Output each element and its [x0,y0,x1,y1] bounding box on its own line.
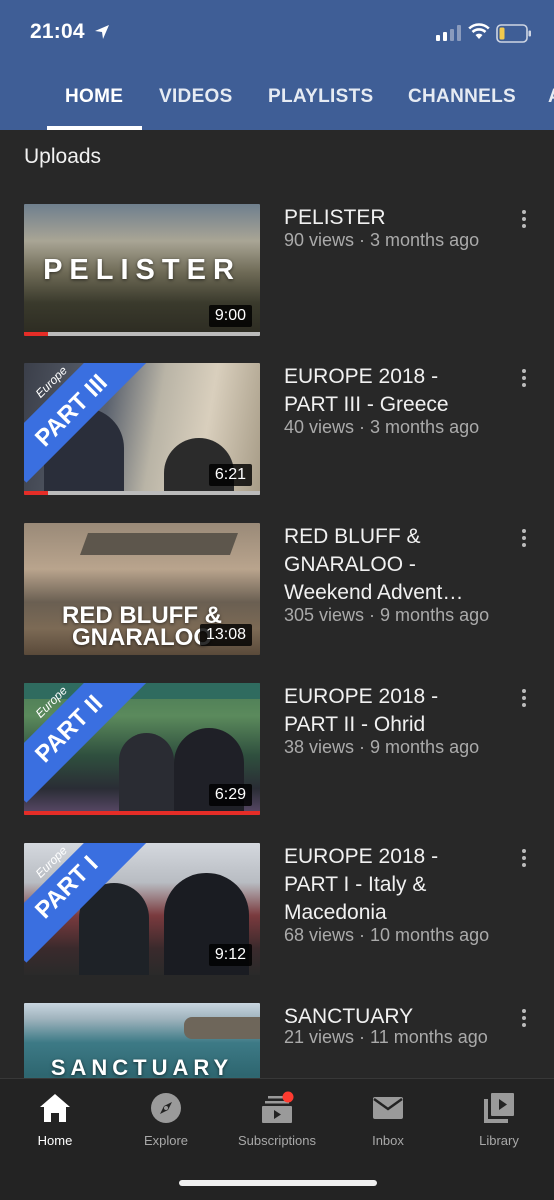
nav-home[interactable]: Home [0,1091,110,1148]
active-tab-indicator [47,126,142,130]
video-item[interactable]: PELISTER 9:00 PELISTER 90 views · 3 mont… [0,204,554,344]
watch-progress-remaining [48,332,260,336]
nav-inbox[interactable]: Inbox [333,1091,443,1148]
cellular-signal-icon [436,25,461,41]
location-arrow-icon [95,25,109,39]
video-thumbnail[interactable]: RED BLUFF & GNARALOO 13:08 [24,523,260,655]
video-title[interactable]: EUROPE 2018 - PART II - Ohrid [284,683,504,739]
video-duration: 6:21 [208,464,252,486]
nav-library[interactable]: Library [444,1091,554,1148]
nav-label: Library [479,1133,519,1148]
video-meta: 38 views · 9 months ago [284,737,480,757]
channel-tabs: HOME VIDEOS PLAYLISTS CHANNELS A [0,72,554,130]
battery-icon [496,24,531,43]
tab-channels[interactable]: CHANNELS [408,86,516,108]
tab-about[interactable]: A [548,86,554,108]
subscriptions-icon [262,1091,294,1123]
watch-progress-remaining [48,491,260,495]
video-item[interactable]: SANCTUARY SANCTUARY 21 views · 11 months… [0,1003,554,1079]
tab-playlists[interactable]: PLAYLISTS [268,86,373,108]
more-options-icon[interactable] [516,369,532,389]
video-title[interactable]: EUROPE 2018 - PART III - Greece [284,363,504,419]
status-bar: 21:04 [0,0,554,62]
video-item[interactable]: RED BLUFF & GNARALOO 13:08 RED BLUFF & G… [0,523,554,663]
nav-label: Inbox [372,1133,404,1148]
nav-subscriptions[interactable]: Subscriptions [222,1091,332,1148]
home-indicator[interactable] [179,1180,377,1186]
video-meta: 305 views · 9 months ago [284,605,490,625]
video-meta: 68 views · 10 months ago [284,925,490,945]
video-duration: 9:00 [208,305,252,327]
app-header: 21:04 HOME VIDEOS PLAYLISTS CHANNELS A [0,0,554,130]
video-item[interactable]: Europe PART III 6:21 EUROPE 2018 - PART … [0,363,554,503]
thumbnail-text: SANCTUARY [50,1055,234,1079]
more-options-icon[interactable] [516,210,532,230]
thumbnail-text: PELISTER [43,254,241,286]
video-thumbnail[interactable]: Europe PART I 9:12 [24,843,260,975]
more-options-icon[interactable] [516,1009,532,1029]
mail-icon [373,1097,403,1119]
watch-progress-bar [24,811,260,815]
more-options-icon[interactable] [516,689,532,709]
nav-label: Subscriptions [237,1133,317,1148]
uploads-heading: Uploads [24,145,102,168]
library-icon [484,1093,514,1123]
video-title[interactable]: EUROPE 2018 - PART I - Italy & Macedonia [284,843,504,927]
thumbnail-tent [79,533,239,555]
tab-videos[interactable]: VIDEOS [159,86,233,108]
thumbnail-person [119,733,174,813]
nav-explore[interactable]: Explore [111,1091,221,1148]
tab-home[interactable]: HOME [65,86,123,108]
thumbnail-rocks [184,1017,260,1039]
video-meta: 90 views · 3 months ago [284,230,480,250]
video-meta: 40 views · 3 months ago [284,417,480,437]
home-icon [40,1094,70,1122]
video-meta: 21 views · 11 months ago [284,1027,488,1047]
nav-label: Explore [143,1133,189,1148]
video-item[interactable]: Europe PART I 9:12 EUROPE 2018 - PART I … [0,843,554,983]
video-thumbnail[interactable]: Europe PART III 6:21 [24,363,260,495]
video-duration: 6:29 [208,784,252,806]
video-thumbnail[interactable]: SANCTUARY [24,1003,260,1079]
video-item[interactable]: Europe PART II 6:29 EUROPE 2018 - PART I… [0,683,554,823]
wifi-icon [468,23,490,39]
video-thumbnail[interactable]: PELISTER 9:00 [24,204,260,336]
watch-progress-bar [24,491,48,495]
nav-label: Home [37,1133,73,1148]
video-title[interactable]: RED BLUFF & GNARALOO - Weekend Advent… [284,523,504,607]
more-options-icon[interactable] [516,849,532,869]
more-options-icon[interactable] [516,529,532,549]
compass-icon [151,1093,181,1123]
video-title[interactable]: PELISTER [284,204,504,232]
video-duration: 13:08 [199,624,252,646]
status-time: 21:04 [30,20,85,43]
video-thumbnail[interactable]: Europe PART II 6:29 [24,683,260,815]
watch-progress-bar [24,332,48,336]
video-duration: 9:12 [208,944,252,966]
